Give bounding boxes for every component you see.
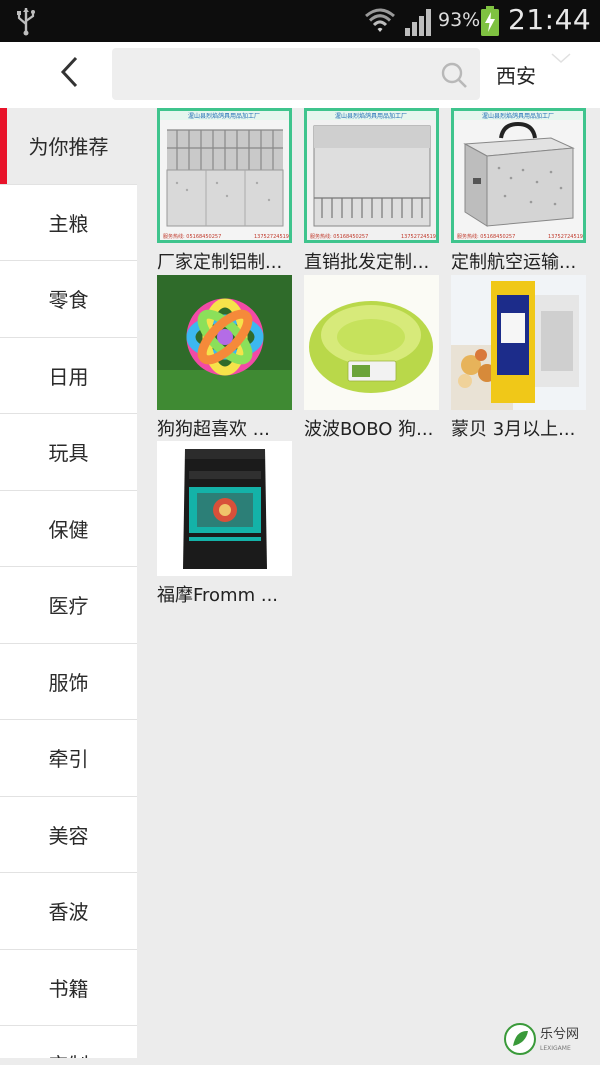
product-card[interactable]: 福摩Fromm ... bbox=[157, 441, 292, 607]
product-name: 厂家定制铝制... bbox=[157, 252, 283, 273]
clock: 21:44 bbox=[508, 3, 592, 36]
product-banner-text: 渥山县烈焰鸽具用品加工厂 bbox=[482, 112, 554, 120]
search-input[interactable] bbox=[122, 56, 432, 92]
city-selector[interactable]: 西安 bbox=[484, 50, 600, 98]
product-card[interactable]: 渥山县烈焰鸽具用品加工厂 服务热线: 05168450257 137527245… bbox=[451, 108, 586, 274]
watermark-subtext: LEXIGAME bbox=[540, 1045, 571, 1052]
sidebar-item-label: 服饰 bbox=[48, 670, 89, 695]
sidebar-item-label: 定制 bbox=[49, 1049, 89, 1058]
product-banner-text: 渥山县烈焰鸽具用品加工厂 bbox=[188, 112, 260, 120]
search-bar[interactable] bbox=[112, 48, 480, 100]
product-card[interactable]: 波波BOBO 狗... bbox=[304, 275, 439, 441]
status-bar: 93% 21:44 bbox=[0, 0, 600, 42]
sidebar-item-label: 医疗 bbox=[48, 594, 89, 619]
sidebar-item-medical[interactable]: 医疗 bbox=[0, 567, 137, 644]
wifi-icon bbox=[365, 8, 395, 32]
product-image bbox=[157, 441, 292, 576]
category-sidebar: 为你推荐 主粮 零食 日用 玩具 保健 医疗 服饰 牵引 美容 香波 书籍 定制 bbox=[0, 108, 137, 1058]
battery-charging-icon bbox=[481, 6, 499, 36]
sidebar-item-toys[interactable]: 玩具 bbox=[0, 414, 137, 491]
product-name: 狗狗超喜欢 ... bbox=[157, 419, 270, 440]
chevron-down-icon bbox=[551, 53, 571, 64]
product-phone-text: 13752724519 bbox=[254, 234, 289, 240]
sidebar-item-staple-food[interactable]: 主粮 bbox=[0, 185, 137, 261]
sidebar-item-daily[interactable]: 日用 bbox=[0, 338, 137, 414]
header: 西安 bbox=[0, 42, 600, 108]
chevron-left-icon bbox=[60, 56, 78, 88]
sidebar-item-label: 美容 bbox=[48, 823, 89, 848]
usb-icon bbox=[17, 8, 35, 36]
sidebar-item-label: 玩具 bbox=[48, 441, 89, 466]
product-card[interactable]: 蒙贝 3月以上... bbox=[451, 275, 586, 441]
sidebar-item-label: 日用 bbox=[48, 364, 89, 389]
sidebar-item-label: 香波 bbox=[48, 900, 89, 925]
sidebar-divider bbox=[137, 108, 145, 1058]
product-card[interactable]: 狗狗超喜欢 ... bbox=[157, 275, 292, 441]
sidebar-item-books[interactable]: 书籍 bbox=[0, 950, 137, 1026]
product-image bbox=[451, 275, 586, 410]
sidebar-item-label: 牵引 bbox=[48, 747, 89, 772]
city-label: 西安 bbox=[496, 64, 536, 88]
product-card[interactable]: 渥山县烈焰鸽具用品加工厂 服务热线: 05168450257 137527245… bbox=[304, 108, 439, 274]
product-image bbox=[157, 275, 292, 410]
product-phone-text: 服务热线: 05168450257 bbox=[310, 233, 368, 240]
watermark-text: 乐兮网 bbox=[540, 1027, 579, 1042]
product-phone-text: 13752724519 bbox=[548, 234, 583, 240]
product-banner-text: 渥山县烈焰鸽具用品加工厂 bbox=[335, 112, 407, 120]
sidebar-item-snacks[interactable]: 零食 bbox=[0, 261, 137, 338]
product-phone-text: 服务热线: 05168450257 bbox=[457, 233, 515, 240]
battery-percent: 93% bbox=[438, 9, 481, 31]
product-name: 蒙贝 3月以上... bbox=[451, 419, 576, 440]
search-icon[interactable] bbox=[440, 61, 468, 89]
product-card[interactable]: 渥山县烈焰鸽具用品加工厂 服务热线: 05168450257 137527245… bbox=[157, 108, 292, 274]
sidebar-item-shampoo[interactable]: 香波 bbox=[0, 873, 137, 950]
sidebar-item-health[interactable]: 保健 bbox=[0, 491, 137, 567]
product-image: 渥山县烈焰鸽具用品加工厂 服务热线: 05168450257 137527245… bbox=[304, 108, 439, 243]
sidebar-item-apparel[interactable]: 服饰 bbox=[0, 644, 137, 720]
sidebar-item-label: 零食 bbox=[48, 288, 89, 313]
product-image: 渥山县烈焰鸽具用品加工厂 服务热线: 05168450257 137527245… bbox=[451, 108, 586, 243]
sidebar-item-grooming[interactable]: 美容 bbox=[0, 797, 137, 873]
product-image: 渥山县烈焰鸽具用品加工厂 服务热线: 05168450257 137527245… bbox=[157, 108, 292, 243]
sidebar-item-label: 为你推荐 bbox=[28, 135, 109, 160]
product-image bbox=[304, 275, 439, 410]
product-name: 直销批发定制... bbox=[304, 252, 430, 273]
product-name: 福摩Fromm ... bbox=[157, 585, 279, 606]
product-phone-text: 服务热线: 05168450257 bbox=[163, 233, 221, 240]
sidebar-item-label: 主粮 bbox=[48, 211, 89, 236]
sidebar-item-leash[interactable]: 牵引 bbox=[0, 720, 137, 797]
sidebar-item-label: 保健 bbox=[48, 517, 89, 542]
product-phone-text: 13752724519 bbox=[401, 234, 436, 240]
watermark-logo: 乐兮网 LEXIGAME bbox=[504, 1023, 579, 1055]
product-name: 定制航空运输... bbox=[451, 252, 577, 273]
signal-icon bbox=[405, 9, 431, 36]
sidebar-item-custom[interactable]: 定制 bbox=[0, 1026, 137, 1058]
sidebar-item-label: 书籍 bbox=[48, 976, 89, 1001]
sidebar-item-recommended[interactable]: 为你推荐 bbox=[0, 108, 137, 185]
product-name: 波波BOBO 狗... bbox=[304, 419, 434, 440]
back-button[interactable] bbox=[48, 50, 92, 94]
